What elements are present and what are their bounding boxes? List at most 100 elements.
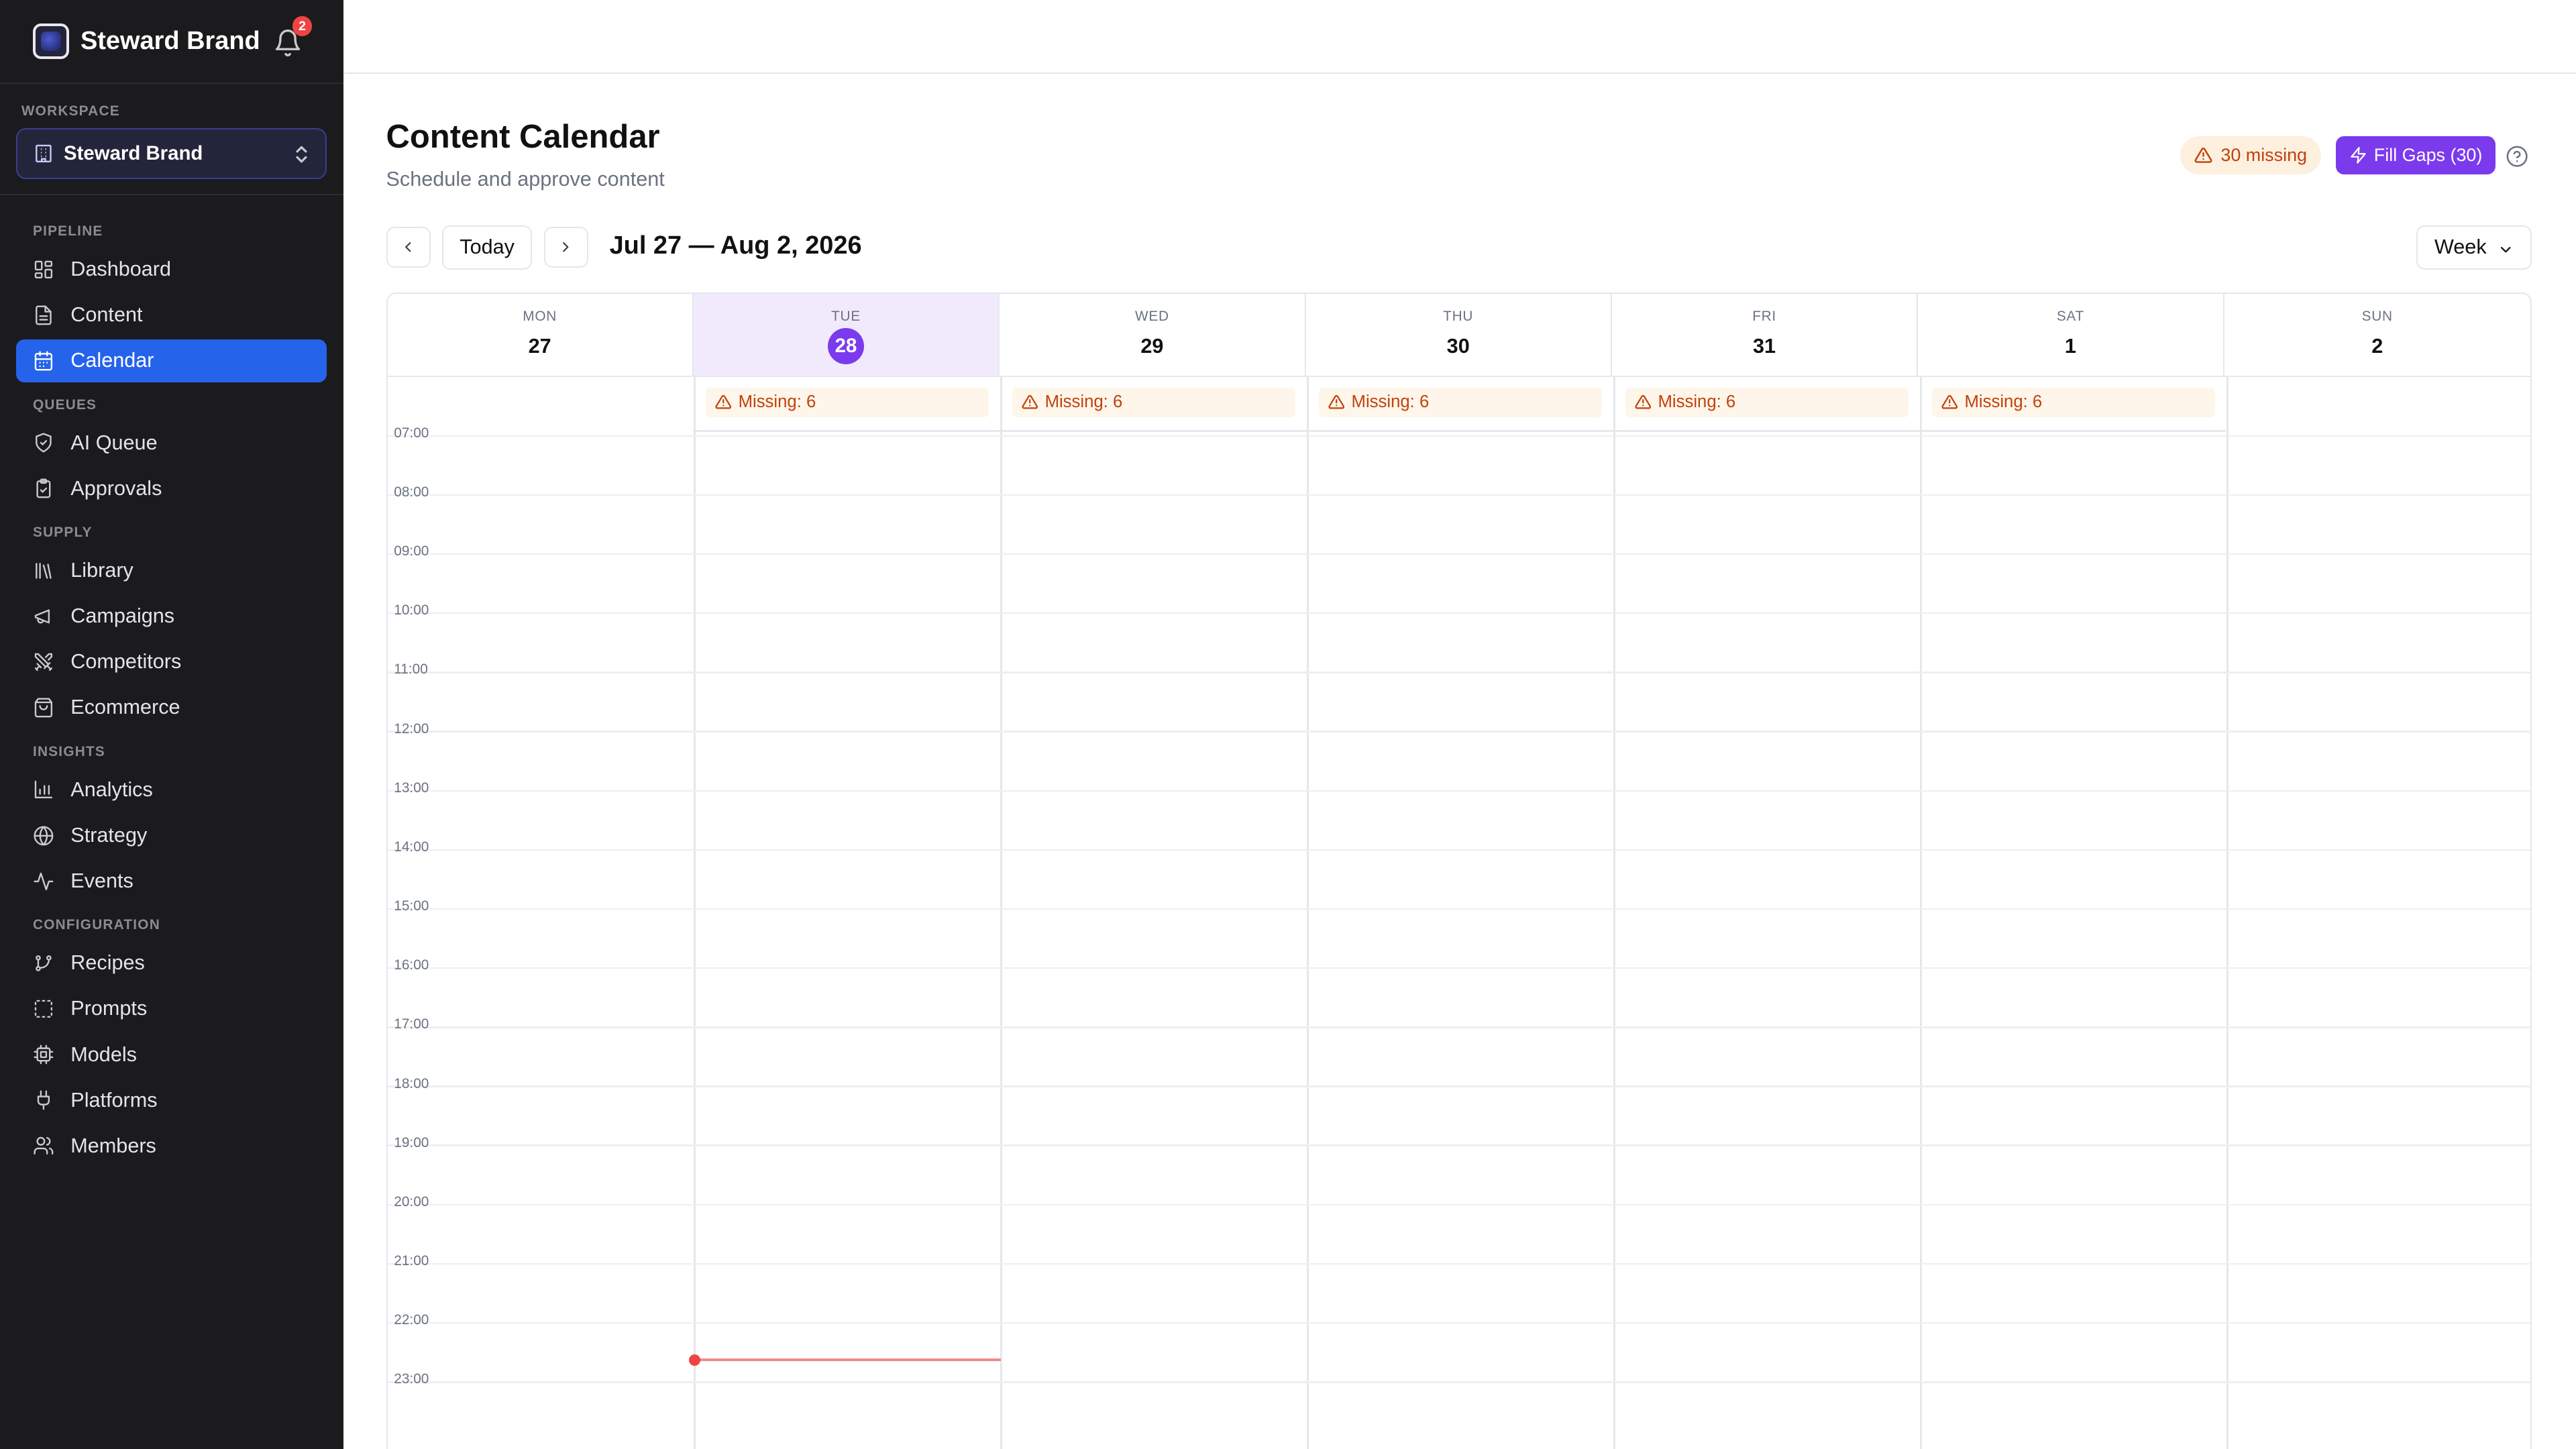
bar-chart-icon <box>34 781 53 799</box>
sidebar-item-label: Events <box>70 869 133 892</box>
day-date: 1 <box>2064 335 2076 358</box>
sidebar-item-label: Members <box>70 1134 156 1157</box>
missing-slots-label: Missing: 6 <box>1658 392 1736 412</box>
sidebar-item-label: Approvals <box>70 476 162 500</box>
warning-icon <box>1635 395 1652 409</box>
missing-slots-chip[interactable]: Missing: 6 <box>1625 387 1909 417</box>
missing-slots-chip[interactable]: Missing: 6 <box>1931 387 2216 417</box>
hour-label: 11:00 <box>394 661 428 678</box>
prev-week-button[interactable] <box>386 226 431 268</box>
day-date: 31 <box>1753 335 1776 358</box>
calendar-grid: Missing: 6 Missing: 6 Missing: 6 Missing: 6… <box>387 376 2530 1449</box>
sidebar-item-events[interactable]: Events <box>16 860 327 903</box>
notification-badge: 2 <box>292 16 313 36</box>
sidebar-header: Steward Brand 2 <box>0 0 343 84</box>
sidebar-item-campaigns[interactable]: Campaigns <box>16 595 327 638</box>
sidebar-item-label: Library <box>70 559 133 582</box>
view-select-value: Week <box>2434 235 2487 259</box>
globe-icon <box>34 825 54 845</box>
sidebar-item-prompts[interactable]: Prompts <box>16 987 327 1030</box>
sidebar-item-strategy[interactable]: Strategy <box>16 814 327 857</box>
workspace-select-value: Steward Brand <box>64 142 203 164</box>
fill-gaps-button[interactable]: Fill Gaps (30) <box>2336 136 2496 174</box>
sidebar-item-recipes[interactable]: Recipes <box>16 942 327 985</box>
today-button[interactable]: Today <box>441 225 533 270</box>
chevrons-up-down-icon <box>296 146 307 163</box>
sidebar-item-label: Ecommerce <box>70 696 180 719</box>
day-of-week: SUN <box>2361 308 2393 324</box>
sidebar-item-ai-queue[interactable]: AI Queue <box>16 421 327 464</box>
calendar-icon <box>34 351 53 371</box>
hour-label: 17:00 <box>394 1016 429 1032</box>
missing-slots-chip[interactable]: Missing: 6 <box>1318 387 1603 417</box>
warning-icon <box>1022 395 1038 409</box>
sidebar-item-label: Strategy <box>70 823 148 847</box>
day-header-sat[interactable]: SAT 1 <box>1918 293 2224 376</box>
sidebar-item-calendar[interactable]: Calendar <box>16 339 327 382</box>
day-date: 30 <box>1446 335 1470 358</box>
sidebar-item-members[interactable]: Members <box>16 1124 327 1167</box>
sidebar-item-label: Platforms <box>70 1088 158 1112</box>
help-icon[interactable] <box>2506 145 2528 168</box>
calendar-header: MON 27 TUE 28 WED 29 THU 30 FRI 31 SAT 1 SUN 2 <box>387 293 2530 378</box>
date-range-title: Jul 27 — Aug 2, 2026 <box>609 231 862 260</box>
plug-icon <box>37 1090 50 1110</box>
sidebar-item-ecommerce[interactable]: Ecommerce <box>16 686 327 729</box>
brand-logo-icon <box>32 23 69 60</box>
building-icon <box>35 144 52 163</box>
sidebar-item-analytics[interactable]: Analytics <box>16 769 327 812</box>
sidebar-item-library[interactable]: Library <box>16 549 327 592</box>
chevron-right-icon <box>563 242 569 252</box>
chevron-down-icon <box>2500 246 2511 252</box>
current-time-dot <box>689 1354 701 1366</box>
nav-section-pipeline: PIPELINE <box>32 223 103 239</box>
library-icon <box>36 562 52 579</box>
day-header-sun[interactable]: SUN 2 <box>2224 294 2530 376</box>
sidebar-item-competitors[interactable]: Competitors <box>16 641 327 684</box>
sidebar-item-label: Models <box>70 1042 137 1066</box>
clipboard-check-icon <box>36 478 51 498</box>
sidebar-item-dashboard[interactable]: Dashboard <box>16 248 327 291</box>
hour-label: 13:00 <box>394 780 429 796</box>
cpu-icon <box>34 1044 54 1065</box>
missing-slots-label: Missing: 6 <box>1351 392 1430 412</box>
view-select[interactable]: Week <box>2416 225 2532 270</box>
day-of-week: WED <box>1134 308 1169 324</box>
missing-slots-chip[interactable]: Missing: 6 <box>1012 387 1296 417</box>
nav-section-queues: QUEUES <box>32 396 97 413</box>
sidebar-item-models[interactable]: Models <box>16 1033 327 1076</box>
day-of-week: FRI <box>1752 308 1776 324</box>
activity-icon <box>34 872 54 890</box>
sidebar-item-content[interactable]: Content <box>16 294 327 337</box>
sidebar-item-label: Campaigns <box>70 604 175 628</box>
today-date-badge: 28 <box>828 328 864 365</box>
day-header-mon[interactable]: MON 27 <box>388 293 694 376</box>
day-header-thu[interactable]: THU 30 <box>1306 293 1612 376</box>
warning-icon <box>715 395 732 409</box>
day-header-wed[interactable]: WED 29 <box>1000 293 1306 376</box>
swords-icon <box>34 653 53 671</box>
workspace-select[interactable]: Steward Brand <box>16 128 327 179</box>
shield-check-icon <box>36 433 52 453</box>
missing-slots-chip[interactable]: Missing: 6 <box>705 387 989 417</box>
megaphone-icon <box>34 609 50 624</box>
warning-icon <box>1941 395 1958 409</box>
day-header-tue[interactable]: TUE 28 <box>693 293 1000 376</box>
day-date: 29 <box>1140 335 1164 358</box>
nav-section-insights: INSIGHTS <box>32 743 105 759</box>
day-header-fri[interactable]: FRI 31 <box>1612 293 1919 376</box>
document-icon <box>36 305 52 325</box>
sidebar-item-platforms[interactable]: Platforms <box>16 1079 327 1122</box>
missing-count-badge[interactable]: 30 missing <box>2180 136 2322 174</box>
next-week-button[interactable] <box>543 226 588 268</box>
sidebar-item-label: Recipes <box>70 951 145 975</box>
lightning-icon <box>2351 147 2366 164</box>
hour-label: 10:00 <box>394 602 429 619</box>
sidebar-item-label: Content <box>70 303 143 327</box>
sidebar-item-approvals[interactable]: Approvals <box>16 467 327 510</box>
day-date: 2 <box>2371 335 2383 358</box>
nav-section-supply: SUPPLY <box>32 525 93 541</box>
page-subtitle: Schedule and approve content <box>386 167 665 191</box>
sidebar-item-label: Prompts <box>70 997 148 1020</box>
hour-label: 23:00 <box>394 1371 429 1387</box>
